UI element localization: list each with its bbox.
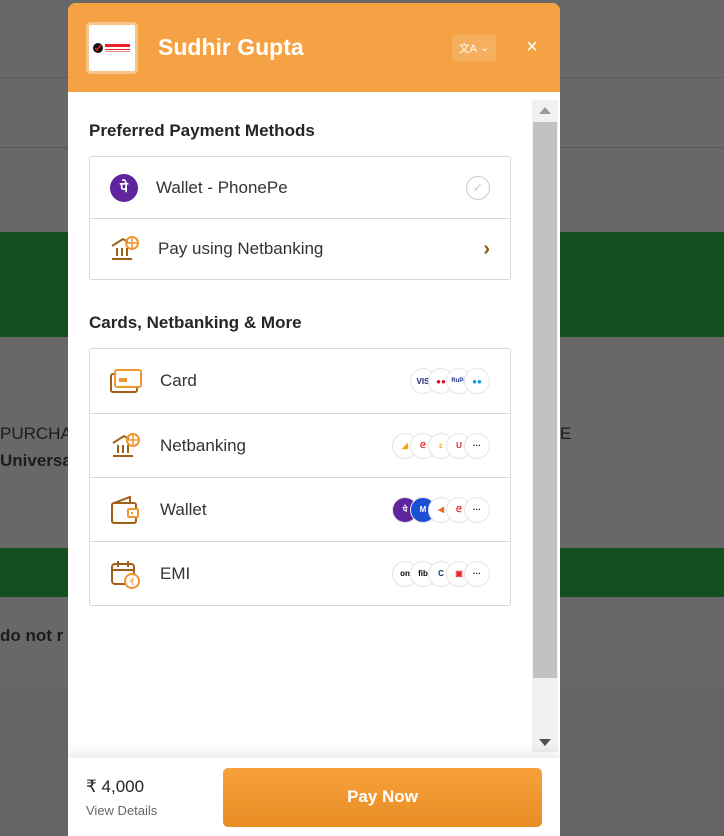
card-icon xyxy=(110,369,142,393)
more-heading: Cards, Netbanking & More xyxy=(89,313,302,332)
preferred-methods: पे Wallet - PhonePe ✓ Pay using Netbanki… xyxy=(89,156,511,280)
emi-logos: on fib C ▣ ··· xyxy=(392,560,490,587)
more-icon: ··· xyxy=(464,496,490,523)
merchant-name: Sudhir Gupta xyxy=(158,34,304,60)
close-button[interactable]: × xyxy=(522,36,542,59)
merchant-logo xyxy=(86,21,138,74)
bg-text: do not r xyxy=(0,626,64,645)
scrollbar-thumb[interactable] xyxy=(533,122,557,678)
maestro-logo: ●● xyxy=(464,368,490,394)
scroll-up-icon[interactable] xyxy=(539,107,551,114)
method-label: Pay using Netbanking xyxy=(158,239,324,258)
bank-icon xyxy=(111,236,139,260)
translate-icon: 文A xyxy=(458,42,478,55)
modal-header: Sudhir Gupta 文A ⌄ × xyxy=(68,3,560,92)
preferred-phonepe[interactable]: पे Wallet - PhonePe ✓ xyxy=(90,157,510,218)
option-card[interactable]: Card VIS ●● RuPa ●● xyxy=(90,349,510,413)
check-circle-icon: ✓ xyxy=(466,175,490,200)
method-label: Wallet - PhonePe xyxy=(156,177,288,197)
option-wallet[interactable]: Wallet पे M ◀ ᘓ ··· xyxy=(90,477,510,541)
scrollbar[interactable] xyxy=(532,100,558,752)
option-emi[interactable]: ₹ EMI on fib C ▣ ··· xyxy=(90,541,510,605)
option-label: Netbanking xyxy=(160,435,247,455)
bg-text: E xyxy=(560,424,572,443)
modal-content: Preferred Payment Methods पे Wallet - Ph… xyxy=(68,92,532,758)
chevron-right-icon: › xyxy=(483,237,490,260)
card-network-logos: VIS ●● RuPa ●● xyxy=(410,368,490,394)
language-selector[interactable]: 文A ⌄ xyxy=(452,34,496,61)
option-label: EMI xyxy=(160,563,191,583)
svg-text:₹: ₹ xyxy=(129,577,135,587)
modal-footer: ₹ 4,000 View Details Pay Now xyxy=(68,758,560,836)
more-icon: ··· xyxy=(464,432,490,459)
bg-text: Universa xyxy=(0,451,72,470)
preferred-netbanking[interactable]: Pay using Netbanking › xyxy=(90,218,510,279)
emi-icon: ₹ xyxy=(111,560,140,589)
bank-icon xyxy=(112,432,140,457)
bank-logos: ◢ ᘓ ɛ U ··· xyxy=(392,432,490,459)
bg-text: PURCHA xyxy=(0,424,72,443)
scroll-down-icon[interactable] xyxy=(539,739,551,746)
more-icon: ··· xyxy=(464,560,490,587)
wallet-icon xyxy=(111,495,139,524)
view-details-link[interactable]: View Details xyxy=(86,803,157,818)
preferred-heading: Preferred Payment Methods xyxy=(89,121,315,140)
pay-now-button[interactable]: Pay Now xyxy=(223,767,542,827)
payment-options: Card VIS ●● RuPa ●● Netbanking ◢ ᘓ ɛ U ·… xyxy=(89,348,511,606)
chevron-down-icon: ⌄ xyxy=(480,42,490,54)
phonepe-icon: पे xyxy=(110,173,138,202)
payment-modal: Sudhir Gupta 文A ⌄ × Preferred Payment Me… xyxy=(68,3,560,836)
option-label: Card xyxy=(160,371,197,390)
option-netbanking[interactable]: Netbanking ◢ ᘓ ɛ U ··· xyxy=(90,413,510,477)
wallet-logos: पे M ◀ ᘓ ··· xyxy=(392,496,490,523)
amount: ₹ 4,000 xyxy=(86,776,145,796)
option-label: Wallet xyxy=(160,499,207,519)
